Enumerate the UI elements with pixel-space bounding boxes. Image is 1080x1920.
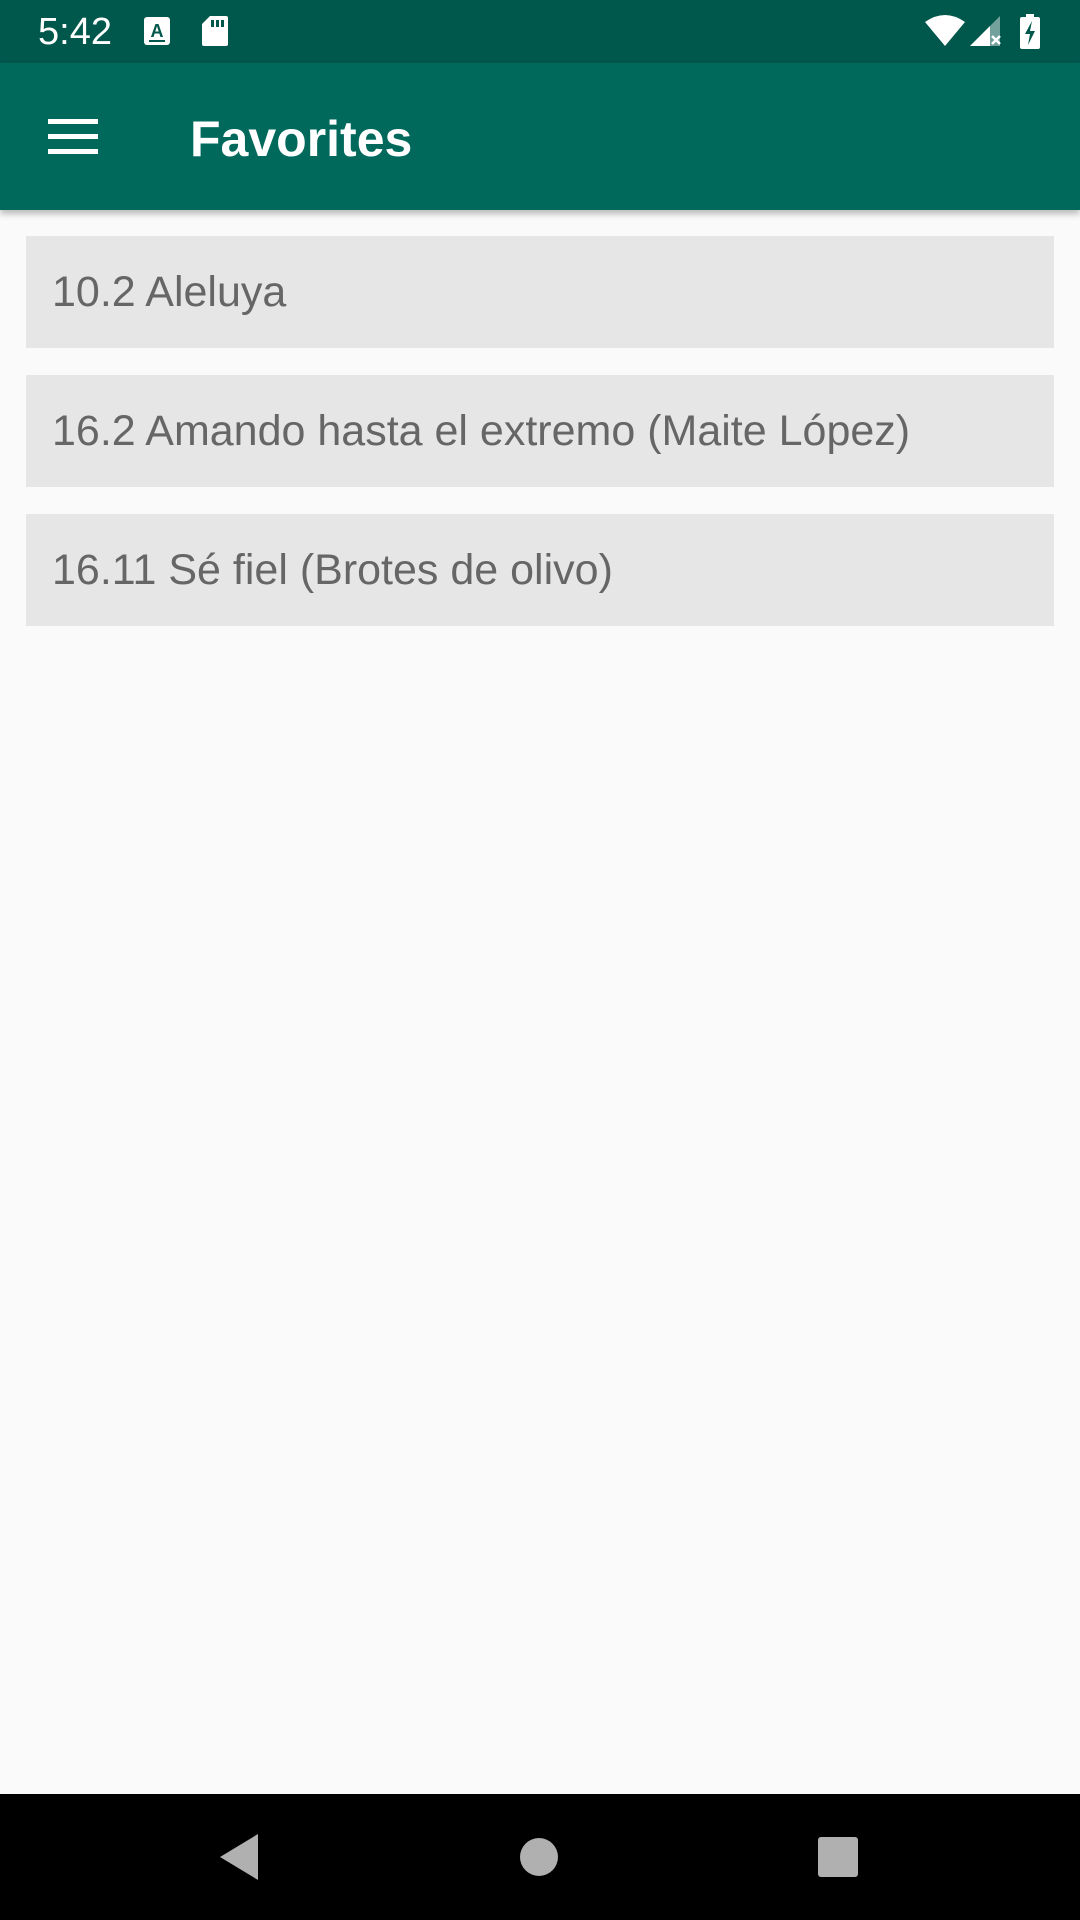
list-item[interactable]: 16.11 Sé fiel (Brotes de olivo) bbox=[26, 514, 1054, 626]
wifi-icon bbox=[924, 14, 966, 48]
recents-icon[interactable] bbox=[803, 1822, 873, 1892]
battery-charging-icon bbox=[1018, 14, 1042, 49]
navigation-bar bbox=[0, 1794, 1080, 1920]
list-item[interactable]: 16.2 Amando hasta el extremo (Maite Lópe… bbox=[26, 375, 1054, 487]
page-title: Favorites bbox=[190, 111, 413, 167]
cell-signal-icon bbox=[968, 14, 1004, 48]
keyboard-a-icon: A bbox=[142, 14, 172, 48]
svg-text:A: A bbox=[151, 21, 164, 41]
app-bar: Favorites bbox=[0, 63, 1080, 210]
back-icon[interactable] bbox=[204, 1822, 274, 1892]
home-icon[interactable] bbox=[504, 1822, 574, 1892]
screen: 5:42 A Favorites 10.2 Aleluya 16.2 Amand… bbox=[0, 0, 1080, 1920]
status-time: 5:42 bbox=[38, 11, 112, 53]
list-item-label: 16.11 Sé fiel (Brotes de olivo) bbox=[52, 546, 613, 594]
list-item-label: 10.2 Aleluya bbox=[52, 268, 287, 316]
sd-card-icon bbox=[200, 14, 230, 48]
hamburger-menu-icon[interactable] bbox=[28, 95, 118, 179]
favorites-list: 10.2 Aleluya 16.2 Amando hasta el extrem… bbox=[26, 236, 1054, 653]
list-item-label: 16.2 Amando hasta el extremo (Maite Lópe… bbox=[52, 407, 911, 455]
list-item[interactable]: 10.2 Aleluya bbox=[26, 236, 1054, 348]
status-bar: 5:42 A bbox=[0, 0, 1080, 63]
